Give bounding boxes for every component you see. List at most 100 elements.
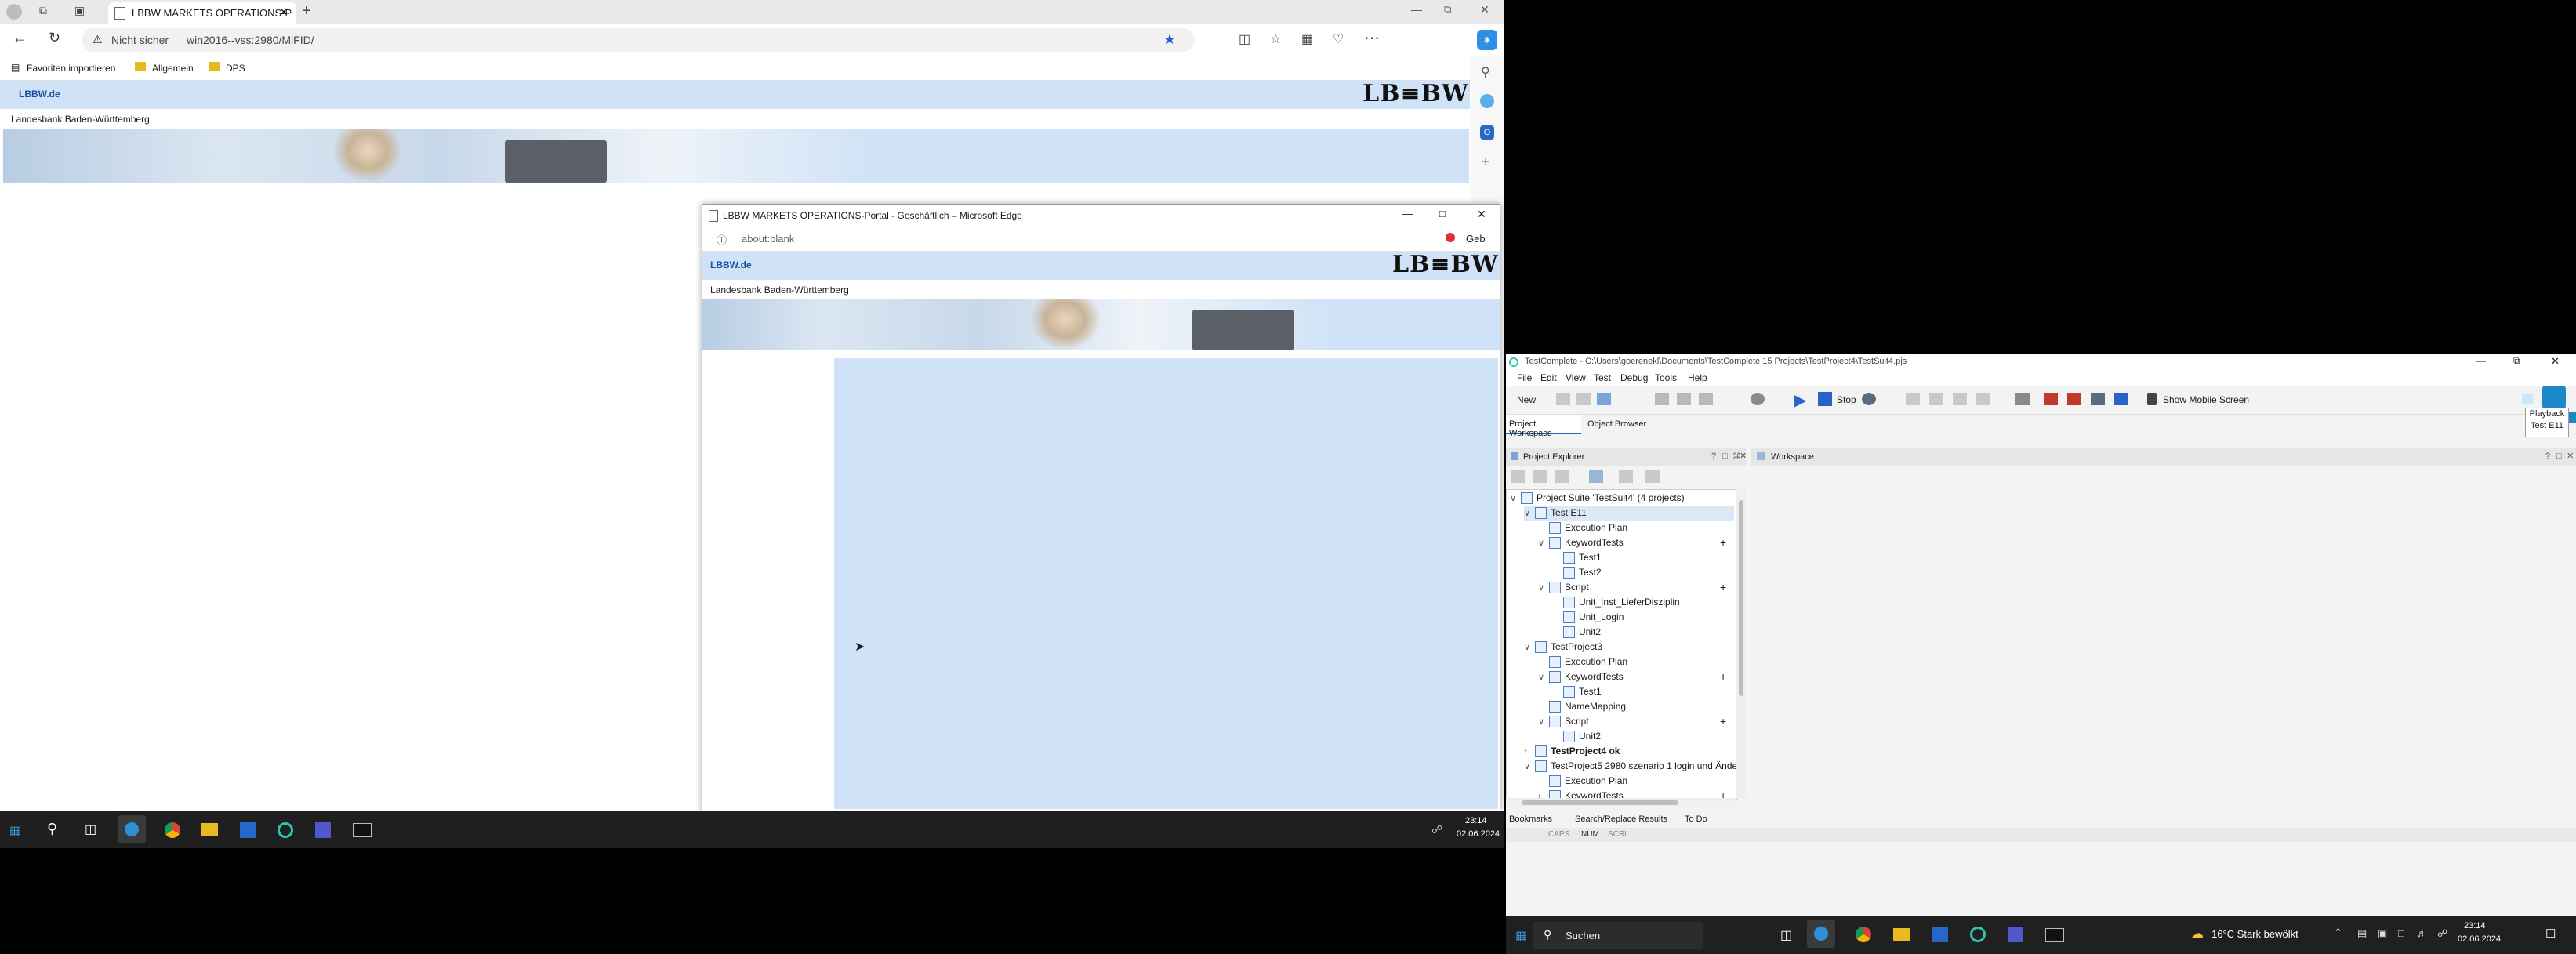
show-mobile-screen-button[interactable]: Show Mobile Screen bbox=[2163, 394, 2249, 405]
favorite-star-icon[interactable]: ★ bbox=[1163, 31, 1176, 48]
pause-icon[interactable] bbox=[1906, 393, 1920, 405]
search-icon[interactable]: ⚲ bbox=[47, 821, 57, 837]
outlook-icon[interactable] bbox=[1932, 927, 1948, 942]
add-item-icon[interactable]: + bbox=[1720, 714, 1726, 729]
tree-row[interactable]: ∨ KeywordTests bbox=[1538, 669, 1624, 684]
explorer-tool-icon[interactable] bbox=[1511, 470, 1525, 483]
record-icon[interactable] bbox=[1655, 393, 1669, 405]
close-window-icon[interactable]: ✕ bbox=[1480, 3, 1489, 16]
display-icon[interactable]: □ bbox=[2398, 927, 2404, 939]
object-spy-icon[interactable] bbox=[2044, 393, 2058, 405]
close-tab-icon[interactable]: ✕ bbox=[279, 5, 288, 19]
menu-help[interactable]: Help bbox=[1688, 372, 1707, 383]
network-icon[interactable]: ☍ bbox=[2437, 927, 2447, 940]
clock-date[interactable]: 02.06.2024 bbox=[1457, 829, 1500, 839]
browser-essentials-icon[interactable]: ♡ bbox=[1333, 31, 1344, 47]
tab-actions-icon[interactable]: ▣ bbox=[74, 4, 85, 17]
split-screen-icon[interactable]: ◫ bbox=[1239, 31, 1250, 47]
chrome-icon[interactable] bbox=[165, 822, 180, 838]
debug-icon[interactable] bbox=[1862, 393, 1876, 405]
chevron-down-icon[interactable]: ∨ bbox=[1510, 492, 1521, 506]
tree-row[interactable]: Test1 bbox=[1552, 684, 1602, 699]
add-item-icon[interactable]: + bbox=[1720, 669, 1726, 684]
taskbar-edge-button[interactable] bbox=[1807, 920, 1835, 948]
tree-row[interactable]: NameMapping bbox=[1538, 699, 1626, 714]
run-icon[interactable]: ▶ bbox=[1794, 390, 1806, 410]
collections-icon[interactable]: ▦ bbox=[1301, 31, 1313, 47]
terminal-icon[interactable] bbox=[2045, 928, 2064, 942]
terminal-icon[interactable] bbox=[353, 823, 372, 837]
tab-bookmarks[interactable]: Bookmarks bbox=[1509, 814, 1552, 824]
teams-icon[interactable] bbox=[315, 822, 331, 838]
close-icon[interactable]: ✕ bbox=[1477, 208, 1486, 221]
task-view-icon[interactable]: ◫ bbox=[85, 822, 96, 837]
step-into-icon[interactable] bbox=[1929, 393, 1943, 405]
tree-row[interactable]: › TestProject4 ok bbox=[1524, 744, 1620, 759]
hscroll-thumb[interactable] bbox=[1522, 800, 1678, 805]
chevron-up-icon[interactable]: ⌃ bbox=[2334, 927, 2342, 939]
popup-url[interactable]: about:blank bbox=[742, 233, 794, 245]
testcomplete-icon[interactable] bbox=[278, 822, 293, 838]
tray-icon[interactable]: ▤ bbox=[2357, 927, 2367, 940]
workspaces-icon[interactable]: ⧉ bbox=[39, 4, 47, 17]
outlook-icon[interactable]: O bbox=[1480, 125, 1494, 140]
info-icon[interactable]: ⓘ bbox=[717, 232, 727, 247]
explorer-tool-icon[interactable] bbox=[1555, 470, 1569, 483]
panel-close-icon[interactable]: ✕ bbox=[1740, 451, 1747, 461]
pause-playback-icon[interactable] bbox=[2522, 394, 2533, 404]
weather-text[interactable]: 16°C Stark bewölkt bbox=[2211, 928, 2298, 940]
add-item-icon[interactable]: + bbox=[1720, 535, 1726, 550]
menu-tools[interactable]: Tools bbox=[1655, 372, 1677, 383]
panel-float-icon[interactable]: □ bbox=[1722, 452, 1728, 461]
tree-row[interactable]: Test2 bbox=[1552, 565, 1602, 580]
chevron-down-icon[interactable]: ∨ bbox=[1538, 670, 1549, 685]
menu-debug[interactable]: Debug bbox=[1620, 372, 1648, 383]
tree-row[interactable]: ∨ Test E11 bbox=[1524, 506, 1734, 521]
explorer-icon[interactable] bbox=[1893, 928, 1910, 941]
panel-help-icon[interactable]: ? bbox=[1711, 452, 1716, 461]
tab-search-replace[interactable]: Search/Replace Results bbox=[1575, 814, 1667, 824]
panel-float-icon[interactable]: □ bbox=[2556, 452, 2562, 461]
tree-hscrollbar[interactable] bbox=[1506, 798, 1736, 807]
refresh-icon[interactable]: ↻ bbox=[49, 30, 60, 46]
save-all-icon[interactable] bbox=[1597, 393, 1611, 405]
tree-scrollbar[interactable] bbox=[1736, 489, 1746, 798]
explorer-tool-icon[interactable] bbox=[1619, 470, 1633, 483]
lbbw-link[interactable]: LBBW.de bbox=[19, 89, 60, 100]
open-icon[interactable] bbox=[1556, 393, 1570, 405]
copilot-icon[interactable]: ✶ bbox=[1477, 30, 1497, 50]
geb-label[interactable]: Geb bbox=[1466, 233, 1486, 245]
maximize-icon[interactable]: □ bbox=[1439, 208, 1446, 219]
start-icon[interactable]: ▦ bbox=[9, 823, 21, 839]
chevron-down-icon[interactable]: ∨ bbox=[1524, 506, 1535, 521]
minimize-icon[interactable]: — bbox=[2476, 355, 2486, 366]
add-app-icon[interactable]: + bbox=[1482, 154, 1490, 170]
back-icon[interactable]: ← bbox=[13, 30, 27, 46]
explorer-tool-icon[interactable] bbox=[1589, 470, 1603, 483]
tree-row[interactable]: ∨ Script bbox=[1538, 714, 1589, 729]
tree-row[interactable]: Test1 bbox=[1552, 550, 1602, 565]
battery-icon[interactable]: ▣ bbox=[2378, 927, 2387, 940]
tree-row[interactable]: Unit_Login bbox=[1552, 610, 1624, 625]
tree-row[interactable]: Unit2 bbox=[1552, 625, 1601, 640]
start-icon[interactable]: ▦ bbox=[1515, 928, 1527, 944]
menu-edit[interactable]: Edit bbox=[1540, 372, 1557, 383]
tree-row[interactable]: Unit_Inst_LieferDisziplin bbox=[1552, 595, 1680, 610]
step-out-icon[interactable] bbox=[1976, 393, 1990, 405]
profile-icon[interactable] bbox=[6, 4, 22, 20]
tree-row[interactable]: Execution Plan bbox=[1538, 521, 1627, 535]
minimize-icon[interactable]: — bbox=[1411, 3, 1422, 16]
scroll-thumb[interactable] bbox=[1739, 500, 1743, 696]
new-tab-icon[interactable]: + bbox=[302, 2, 311, 20]
fav-import[interactable]: Favoriten importieren bbox=[27, 63, 115, 74]
search-icon[interactable]: ⚲ bbox=[1481, 64, 1490, 80]
teams-icon[interactable] bbox=[2008, 927, 2023, 942]
chevron-down-icon[interactable]: ∨ bbox=[1538, 715, 1549, 730]
stop-button[interactable]: Stop bbox=[1837, 394, 1856, 405]
tree-row[interactable]: ∨ TestProject3 bbox=[1524, 640, 1602, 655]
tree-row[interactable]: ∨ Project Suite 'TestSuit4' (4 projects) bbox=[1510, 491, 1685, 506]
tab-todo[interactable]: To Do bbox=[1685, 814, 1707, 824]
save-icon[interactable] bbox=[1576, 393, 1591, 405]
tab-lbbw[interactable]: LBBW MARKETS OPERATIONS-P ✕ bbox=[108, 2, 296, 24]
fav-allgemein[interactable]: Allgemein bbox=[152, 63, 194, 74]
